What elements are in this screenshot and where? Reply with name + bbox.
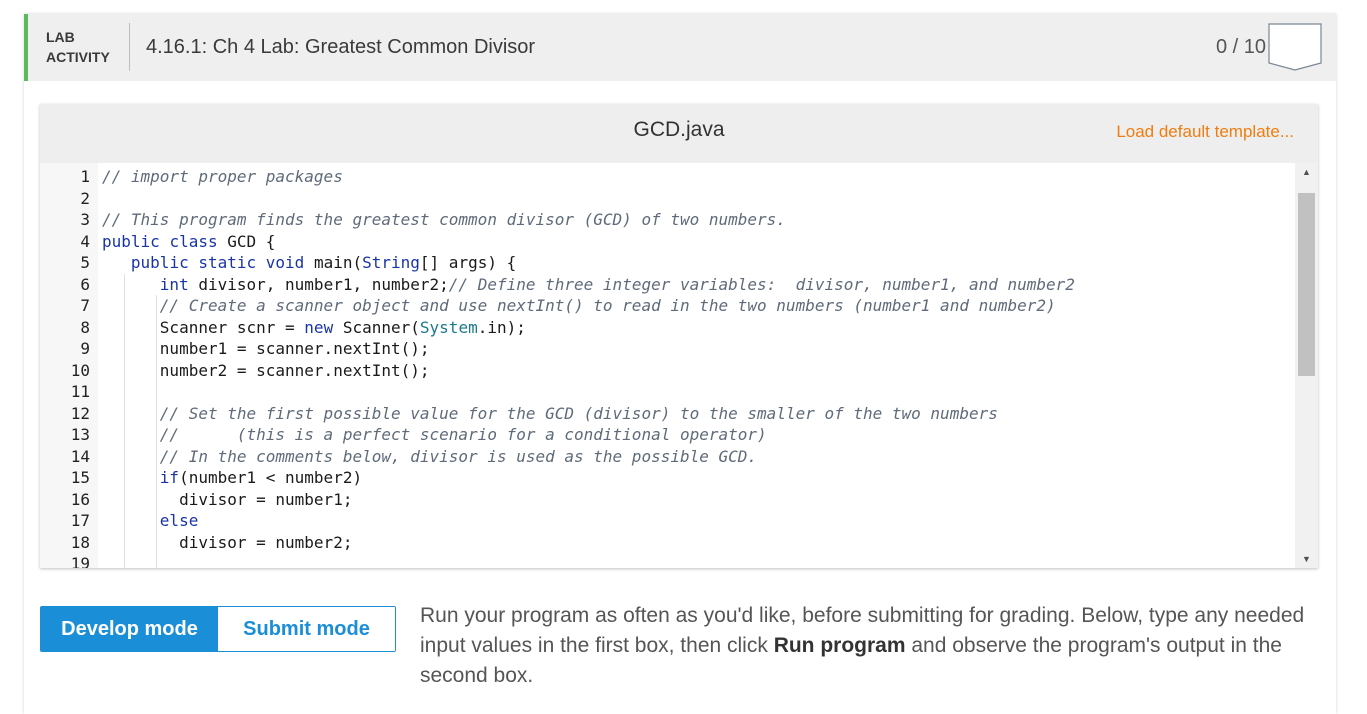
code-line: 19 bbox=[40, 553, 1295, 568]
lab-type-label: LAB ACTIVITY bbox=[46, 27, 116, 67]
line-number: 15 bbox=[70, 468, 90, 487]
code-line: 1 // import proper packages bbox=[40, 166, 1295, 188]
code-text: // import proper packages bbox=[102, 167, 343, 186]
lab-activity-card: LAB ACTIVITY 4.16.1: Ch 4 Lab: Greatest … bbox=[24, 14, 1336, 714]
editor-scrollbar[interactable]: ▲ ▼ bbox=[1295, 163, 1318, 568]
load-default-template-link[interactable]: Load default template... bbox=[1116, 122, 1294, 142]
code-line: 2 bbox=[40, 188, 1295, 210]
lab-type-line1: LAB bbox=[46, 29, 75, 45]
code-text: public static void main(String[] args) { bbox=[130, 253, 517, 272]
code-text: Scanner scnr = new Scanner(System.in); bbox=[102, 317, 526, 337]
code-text: public class GCD { bbox=[102, 231, 276, 251]
code-text: else bbox=[159, 511, 199, 530]
line-number: 8 bbox=[80, 317, 90, 337]
code-text: // Set the first possible value for the … bbox=[159, 403, 998, 423]
code-text: number2 = scanner.nextInt(); bbox=[102, 360, 430, 380]
instructions-run-program: Run program bbox=[773, 634, 906, 657]
line-number: 11 bbox=[70, 382, 90, 401]
line-number: 4 bbox=[80, 231, 90, 251]
indent-guide bbox=[124, 273, 125, 568]
run-instructions: Run your program as often as you'd like,… bbox=[420, 601, 1320, 691]
code-line: 13 // (this is a perfect scenario for a … bbox=[40, 424, 1295, 446]
mode-toggle: Develop mode Submit mode bbox=[40, 606, 396, 652]
line-number: 14 bbox=[70, 446, 90, 466]
code-text: // (this is a perfect scenario for a con… bbox=[159, 425, 767, 444]
develop-mode-button[interactable]: Develop mode bbox=[41, 607, 218, 651]
scroll-down-arrow-icon[interactable]: ▼ bbox=[1295, 550, 1318, 568]
code-line: 3 // This program finds the greatest comm… bbox=[40, 209, 1295, 231]
line-number: 2 bbox=[80, 188, 90, 208]
code-line: 11 bbox=[40, 381, 1295, 403]
indent-guide bbox=[156, 295, 157, 568]
code-text: divisor = number1; bbox=[102, 489, 353, 509]
code-line: 5 public static void main(String[] args)… bbox=[40, 252, 1295, 274]
code-editor[interactable]: 1 // import proper packages 2 3 // This prog… bbox=[40, 163, 1318, 568]
code-line: 12 // Set the first possible value for t… bbox=[40, 403, 1295, 425]
code-line: 6 int divisor, number1, number2;// Defin… bbox=[40, 274, 1295, 296]
line-number: 6 bbox=[80, 274, 90, 294]
line-number: 1 bbox=[80, 167, 90, 186]
code-line: 18 divisor = number2; bbox=[40, 532, 1295, 554]
code-line: 8 Scanner scnr = new Scanner(System.in); bbox=[40, 317, 1295, 339]
code-text: // In the comments below, divisor is use… bbox=[159, 446, 758, 466]
header-divider bbox=[129, 23, 130, 71]
code-line: 16 divisor = number1; bbox=[40, 489, 1295, 511]
scroll-thumb[interactable] bbox=[1298, 193, 1315, 376]
lab-header: LAB ACTIVITY 4.16.1: Ch 4 Lab: Greatest … bbox=[24, 14, 1336, 81]
line-number: 5 bbox=[80, 253, 90, 272]
code-text: // This program finds the greatest commo… bbox=[102, 210, 786, 229]
code-text: number1 = scanner.nextInt(); bbox=[102, 339, 430, 358]
line-number: 10 bbox=[70, 360, 90, 380]
code-text: int divisor, number1, number2;// Define … bbox=[159, 274, 1075, 294]
line-number: 19 bbox=[70, 554, 90, 568]
code-line: 14 // In the comments below, divisor is … bbox=[40, 446, 1295, 468]
lab-type-line2: ACTIVITY bbox=[46, 49, 110, 65]
line-number: 18 bbox=[70, 532, 90, 552]
code-editor-panel: GCD.java Load default template... 1// im… bbox=[40, 104, 1318, 568]
code-line: 7 // Create a scanner object and use nex… bbox=[40, 295, 1295, 317]
code-text: if(number1 < number2) bbox=[159, 468, 363, 487]
code-text: divisor = number2; bbox=[102, 532, 353, 552]
code-line: 17 else bbox=[40, 510, 1295, 532]
line-number: 9 bbox=[80, 339, 90, 358]
scroll-up-arrow-icon[interactable]: ▲ bbox=[1295, 163, 1318, 181]
line-number: 17 bbox=[70, 511, 90, 530]
lab-score: 0 / 10 bbox=[1215, 36, 1266, 58]
line-number: 12 bbox=[70, 403, 90, 423]
submit-mode-button[interactable]: Submit mode bbox=[218, 607, 395, 651]
code-text: // Create a scanner object and use nextI… bbox=[159, 296, 1056, 315]
line-number: 13 bbox=[70, 425, 90, 444]
line-number: 16 bbox=[70, 489, 90, 509]
code-line: 9 number1 = scanner.nextInt(); bbox=[40, 338, 1295, 360]
code-line: 4 public class GCD { bbox=[40, 231, 1295, 253]
lab-title: 4.16.1: Ch 4 Lab: Greatest Common Diviso… bbox=[146, 36, 536, 58]
code-line: 10 number2 = scanner.nextInt(); bbox=[40, 360, 1295, 382]
line-number: 7 bbox=[80, 296, 90, 315]
code-line: 15 if(number1 < number2) bbox=[40, 467, 1295, 489]
line-number: 3 bbox=[80, 210, 90, 229]
score-badge-icon bbox=[1268, 23, 1322, 71]
